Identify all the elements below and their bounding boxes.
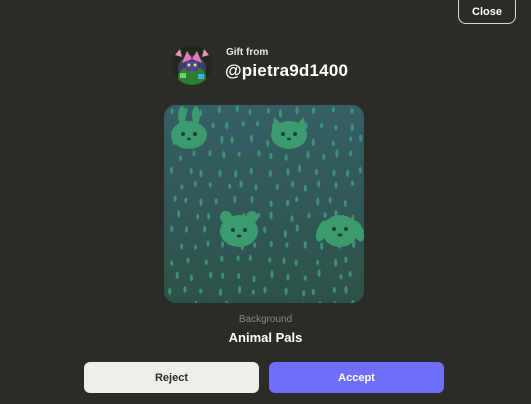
accept-button[interactable]: Accept — [269, 362, 444, 393]
item-type-label: Background — [238, 314, 293, 325]
sender-username: @pietra9d1400 — [225, 61, 349, 80]
bear-icon — [220, 211, 258, 247]
cat-icon — [271, 117, 307, 149]
reject-button[interactable]: Reject — [84, 362, 259, 393]
close-button[interactable]: Close — [458, 0, 516, 24]
gift-from-label: Gift from — [226, 47, 269, 58]
avatar — [172, 45, 212, 85]
item-name: Animal Pals — [228, 330, 303, 345]
background-preview — [164, 105, 364, 303]
